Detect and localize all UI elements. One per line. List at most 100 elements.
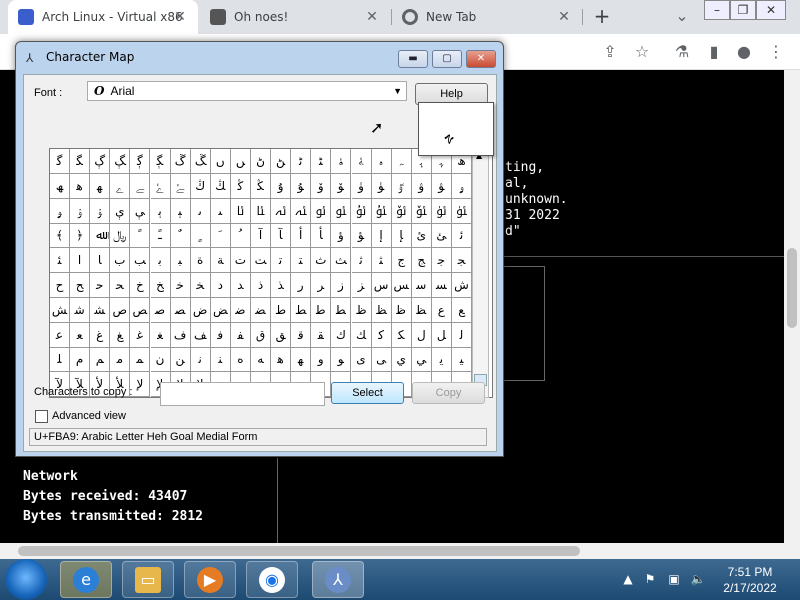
taskbar-character-map[interactable]: ⅄ [312, 561, 364, 598]
character-cell[interactable]: ﺃ [291, 223, 312, 249]
character-cell[interactable]: ﺂ [271, 223, 292, 249]
flag-icon[interactable]: ⚑ [642, 571, 658, 587]
character-cell[interactable]: ﺈ [391, 223, 412, 249]
tab-arch-linux[interactable]: Arch Linux - Virtual x86 ✕ [8, 0, 198, 34]
character-cell[interactable]: ﷼ [110, 223, 131, 249]
character-cell[interactable]: ﮰ [150, 173, 171, 199]
character-cell[interactable]: ﻎ [110, 322, 131, 348]
character-cell[interactable]: ﻍ [90, 322, 111, 348]
character-cell[interactable]: ﻌ [70, 322, 91, 348]
character-cell[interactable]: ﻕ [251, 322, 271, 348]
start-button[interactable] [5, 559, 47, 600]
character-cell[interactable]: ﺰ [351, 273, 372, 298]
bookmark-star-icon[interactable]: ☆ [632, 42, 652, 62]
character-cell[interactable]: ﯵ [452, 198, 472, 224]
character-cell[interactable]: ﺻ [150, 297, 171, 323]
scroll-thumb[interactable] [787, 248, 797, 328]
character-cell[interactable]: ﻪ [251, 347, 271, 373]
character-cell[interactable]: ﯧ [170, 198, 191, 224]
character-cell[interactable]: ﮛ [190, 149, 211, 174]
share-icon[interactable]: ⇪ [600, 42, 620, 62]
character-cell[interactable]: ﯥ [130, 198, 151, 224]
taskbar-chrome[interactable]: ◉ [246, 561, 298, 598]
character-cell[interactable]: ﯙ [311, 173, 332, 199]
character-cell[interactable]: ﯳ [411, 198, 432, 224]
character-cell[interactable]: ﻆ [371, 297, 392, 323]
character-cell[interactable]: ﺎ [90, 248, 111, 274]
character-cell[interactable]: ﮔ [50, 149, 70, 174]
character-cell[interactable]: ﻔ [230, 322, 251, 348]
character-cell[interactable]: ﮫ [50, 173, 70, 199]
character-cell[interactable]: ﺨ [190, 273, 211, 298]
character-cell[interactable]: ﯝ [391, 173, 412, 199]
character-cell[interactable]: ﯮ [311, 198, 332, 224]
character-cell[interactable]: ﻟ [452, 322, 472, 348]
character-cell[interactable]: ﮥ [351, 149, 372, 174]
network-icon[interactable]: ▣ [666, 571, 682, 587]
character-cell[interactable]: ﺅ [331, 223, 352, 249]
close-icon[interactable]: ✕ [756, 0, 786, 20]
character-cell[interactable]: ﺶ [50, 297, 70, 323]
character-cell[interactable]: ﮧ [391, 149, 412, 174]
character-cell[interactable]: ﻠ [50, 347, 70, 373]
character-cell[interactable]: ﹸ [230, 223, 251, 249]
characters-to-copy-input[interactable] [160, 382, 325, 406]
character-cell[interactable]: ﻋ [50, 322, 70, 348]
character-cell[interactable]: ﺕ [230, 248, 251, 274]
character-cell[interactable]: ﮠ [251, 149, 271, 174]
menu-kebab-icon[interactable]: ⋮ [766, 42, 786, 62]
character-cell[interactable]: ﹶ [210, 223, 231, 249]
character-cell[interactable]: ﺸ [90, 297, 111, 323]
character-cell[interactable]: ﯕ [230, 173, 251, 199]
close-tab-icon[interactable]: ✕ [172, 9, 188, 25]
character-cell[interactable]: ﺢ [70, 273, 91, 298]
character-cell[interactable]: ﺯ [331, 273, 352, 298]
character-cell[interactable]: ﻛ [371, 322, 392, 348]
character-cell[interactable]: ﺝ [391, 248, 412, 274]
character-cell[interactable]: ﻲ [411, 347, 432, 373]
character-cell[interactable]: ﯯ [331, 198, 352, 224]
character-cell[interactable]: ﮣ [311, 149, 332, 174]
character-cell[interactable]: ﯲ [391, 198, 412, 224]
clock[interactable]: 7:51 PM 2/17/2022 [720, 564, 780, 596]
character-cell[interactable]: ﻁ [271, 297, 292, 323]
character-cell[interactable]: ﺊ [431, 223, 452, 249]
character-cell[interactable]: ﻃ [311, 297, 332, 323]
character-cell[interactable]: ﮡ [271, 149, 292, 174]
character-cell[interactable]: ﺁ [251, 223, 271, 249]
character-cell[interactable]: ﮮ [110, 173, 131, 199]
character-cell[interactable]: ﺼ [170, 297, 191, 323]
character-cell[interactable]: ﮦ [371, 149, 392, 174]
extensions-icon[interactable]: ⚗ [672, 42, 692, 62]
character-cell[interactable]: ﯘ [291, 173, 312, 199]
character-cell[interactable]: ﺧ [170, 273, 191, 298]
character-cell[interactable]: ﻢ [90, 347, 111, 373]
character-cell[interactable]: ﯣ [90, 198, 111, 224]
character-cell[interactable]: ﺒ [170, 248, 191, 274]
character-cell[interactable]: ﮭ [90, 173, 111, 199]
character-cell[interactable]: ﻩ [230, 347, 251, 373]
minimize-icon[interactable]: – [704, 0, 730, 20]
character-cell[interactable]: ﻑ [170, 322, 191, 348]
character-cell[interactable]: ﻧ [190, 347, 211, 373]
character-cell[interactable]: ﺙ [311, 248, 332, 274]
character-cell[interactable]: ﯚ [331, 173, 352, 199]
new-tab-button[interactable]: + [590, 5, 614, 29]
character-cell[interactable]: ﺪ [230, 273, 251, 298]
character-cell[interactable]: ﺷ [70, 297, 91, 323]
character-cell[interactable]: ﺟ [431, 248, 452, 274]
character-cell[interactable]: ﮯ [130, 173, 151, 199]
character-cell[interactable]: ﺾ [210, 297, 231, 323]
character-cell[interactable]: ﷲ [90, 223, 111, 249]
character-cell[interactable]: ﮟ [230, 149, 251, 174]
chevron-down-icon[interactable]: ⌄ [672, 6, 692, 26]
character-cell[interactable]: ﺘ [291, 248, 312, 274]
character-cell[interactable]: ﻰ [371, 347, 392, 373]
character-cell[interactable]: ﮚ [170, 149, 191, 174]
character-cell[interactable]: ﯔ [210, 173, 231, 199]
character-cell[interactable]: ﺠ [452, 248, 472, 274]
character-cell[interactable]: ﻏ [130, 322, 151, 348]
character-cell[interactable]: ﻜ [391, 322, 412, 348]
character-cell[interactable]: ﺆ [351, 223, 372, 249]
character-cell[interactable]: ﯰ [351, 198, 372, 224]
